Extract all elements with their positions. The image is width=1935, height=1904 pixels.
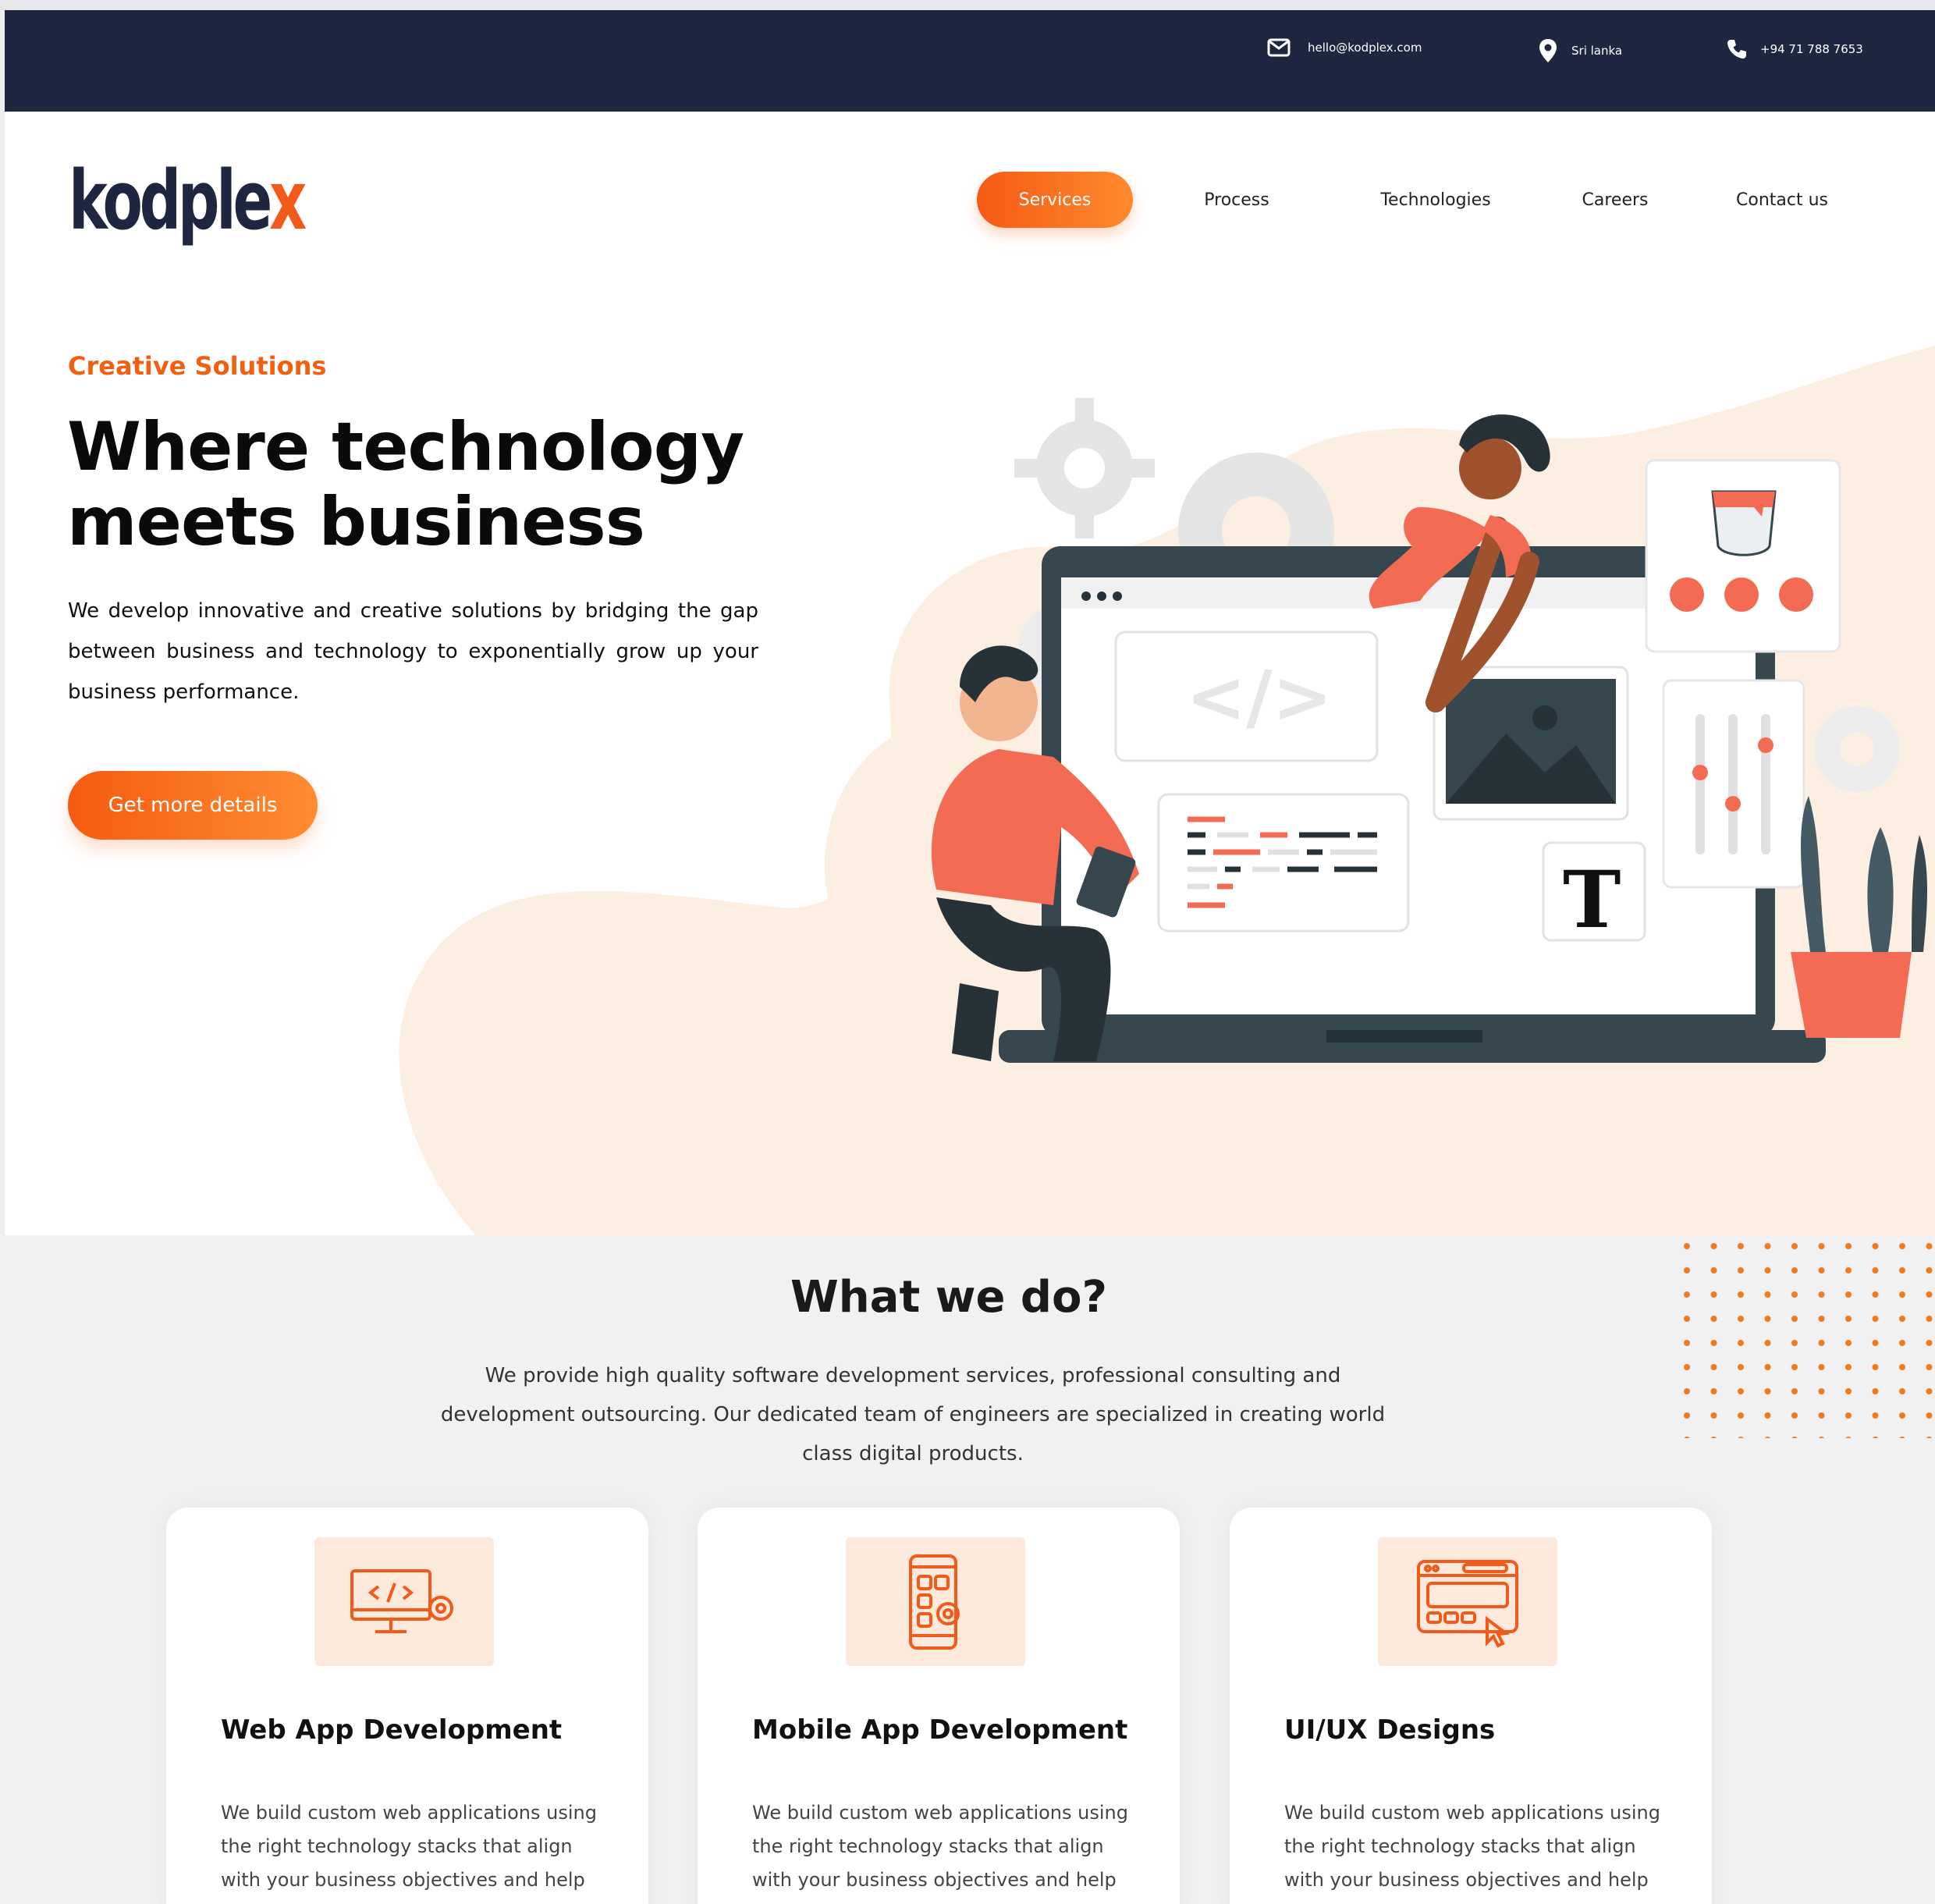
service-card-web-app[interactable]: Web App Development We build custom web … xyxy=(166,1508,648,1904)
top-contact-bar: hello@kodplex.com Sri lanka +94 71 788 7… xyxy=(5,10,1935,112)
email-text[interactable]: hello@kodplex.com xyxy=(1308,41,1422,55)
phone-icon xyxy=(1727,40,1746,59)
kodplex-logo[interactable]: kodplex xyxy=(69,160,307,241)
hero-title-line-2: meets business xyxy=(67,483,645,561)
logo-accent-text: x xyxy=(268,153,307,248)
service-card-text: We build custom web applications using t… xyxy=(221,1802,597,1904)
mobile-app-icon xyxy=(909,1554,960,1650)
email-contact[interactable]: hello@kodplex.com xyxy=(1267,38,1422,57)
location-text: Sri lanka xyxy=(1571,44,1623,58)
location-contact: Sri lanka xyxy=(1539,38,1622,63)
service-card-title: Mobile App Development xyxy=(752,1714,1128,1746)
svg-text:</>: </> xyxy=(1186,655,1333,739)
ui-ux-design-icon xyxy=(1417,1559,1518,1648)
what-we-do-title: What we do? xyxy=(790,1272,1107,1323)
hero-eyebrow: Creative Solutions xyxy=(68,351,327,381)
service-card-text: We build custom web applications using t… xyxy=(1284,1802,1660,1904)
nav-process[interactable]: Process xyxy=(1170,172,1303,228)
service-card-ui-ux[interactable]: UI/UX Designs We build custom web applic… xyxy=(1230,1508,1712,1904)
what-we-do-description: We provide high quality software develop… xyxy=(440,1364,1386,1465)
hero-title: Where technology meets business xyxy=(67,410,769,559)
nav-services[interactable]: Services xyxy=(977,172,1133,228)
hero-title-line-1: Where technology xyxy=(67,408,744,486)
web-app-icon-box xyxy=(314,1537,494,1666)
browser-chrome-strip xyxy=(0,0,1935,10)
get-more-details-button[interactable]: Get more details xyxy=(68,771,318,840)
hero-illustration: </> T xyxy=(931,398,1927,1063)
decorative-dot-grid xyxy=(1678,1235,1935,1438)
location-pin-icon xyxy=(1539,39,1557,62)
ui-ux-icon-box xyxy=(1378,1537,1557,1666)
mail-icon xyxy=(1267,38,1291,57)
web-code-monitor-icon xyxy=(350,1568,453,1633)
nav-contact-us[interactable]: Contact us xyxy=(1717,172,1848,228)
hero-description: We develop innovative and creative solut… xyxy=(68,599,758,704)
nav-careers[interactable]: Careers xyxy=(1557,172,1674,228)
service-card-title: Web App Development xyxy=(221,1714,563,1746)
service-card-text: We build custom web applications using t… xyxy=(752,1802,1128,1904)
nav-technologies[interactable]: Technologies xyxy=(1358,172,1514,228)
logo-main-text: kodple xyxy=(69,153,272,248)
phone-text[interactable]: +94 71 788 7653 xyxy=(1760,42,1863,56)
phone-contact[interactable]: +94 71 788 7653 xyxy=(1726,38,1863,60)
mobile-app-icon-box xyxy=(846,1537,1025,1666)
service-card-title: UI/UX Designs xyxy=(1284,1714,1496,1746)
service-card-mobile-app[interactable]: Mobile App Development We build custom w… xyxy=(698,1508,1180,1904)
svg-text:T: T xyxy=(1563,854,1621,946)
